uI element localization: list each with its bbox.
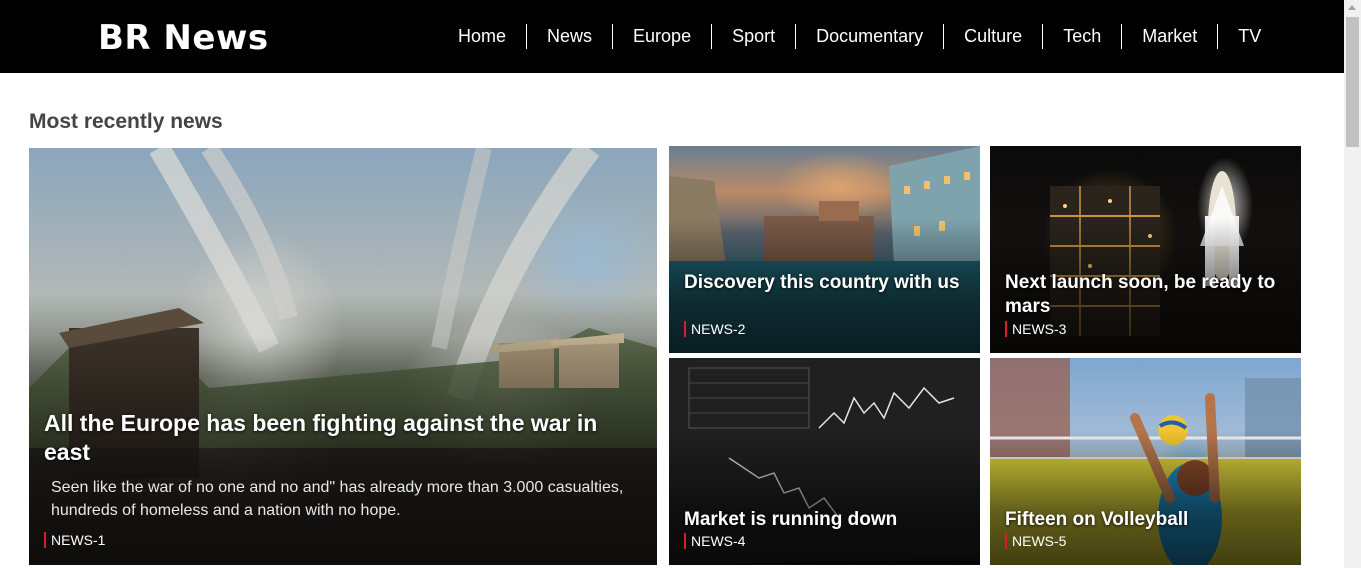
section-title: Most recently news — [29, 110, 223, 133]
nav-item-sport[interactable]: Sport — [712, 24, 797, 49]
card-tag[interactable]: NEWS-5 — [1005, 533, 1066, 549]
vertical-scrollbar[interactable] — [1344, 0, 1361, 568]
site-header: BR News Home News Europe Sport Documenta… — [0, 0, 1344, 73]
card-title[interactable]: All the Europe has been fighting against… — [44, 409, 644, 467]
nav-item-europe[interactable]: Europe — [613, 24, 713, 49]
main-nav: Home News Europe Sport Documentary Cultu… — [438, 24, 1281, 49]
nav-item-tv[interactable]: TV — [1218, 24, 1281, 49]
news-card[interactable]: Next launch soon, be ready to mars NEWS-… — [990, 146, 1301, 353]
card-title[interactable]: Discovery this country with us — [684, 271, 976, 295]
nav-item-documentary[interactable]: Documentary — [796, 24, 945, 49]
card-tag[interactable]: NEWS-2 — [684, 321, 745, 337]
nav-item-culture[interactable]: Culture — [944, 24, 1044, 49]
card-title[interactable]: Next launch soon, be ready to mars — [1005, 271, 1297, 319]
nav-item-home[interactable]: Home — [438, 24, 528, 49]
news-card[interactable]: Market is running down NEWS-4 — [669, 358, 980, 565]
card-description: Seen like the war of no one and no and" … — [51, 479, 624, 519]
card-tag[interactable]: NEWS-3 — [1005, 321, 1066, 337]
nav-item-news[interactable]: News — [527, 24, 614, 49]
site-logo[interactable]: BR News — [98, 16, 269, 60]
card-title[interactable]: Fifteen on Volleyball — [1005, 508, 1297, 532]
scroll-thumb[interactable] — [1346, 17, 1359, 147]
card-tag[interactable]: NEWS-4 — [684, 533, 745, 549]
nav-item-market[interactable]: Market — [1122, 24, 1219, 49]
news-card-featured[interactable]: All the Europe has been fighting against… — [29, 148, 657, 565]
card-title[interactable]: Market is running down — [684, 508, 976, 532]
scroll-up-arrow-icon[interactable] — [1348, 5, 1356, 10]
nav-item-tech[interactable]: Tech — [1043, 24, 1123, 49]
news-card[interactable]: Discovery this country with us NEWS-2 — [669, 146, 980, 353]
news-card[interactable]: Fifteen on Volleyball NEWS-5 — [990, 358, 1301, 565]
card-tag[interactable]: NEWS-1 — [44, 532, 105, 548]
